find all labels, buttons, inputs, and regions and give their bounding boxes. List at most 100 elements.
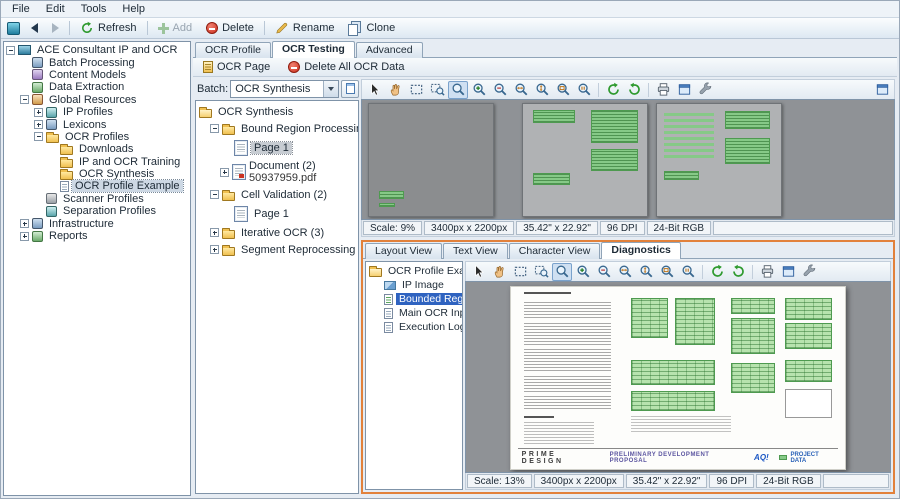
- batch-node-segment-reprocessing[interactable]: Segment Reprocessing (4): [196, 241, 358, 258]
- collapse-icon[interactable]: [6, 46, 15, 55]
- document-page-preview[interactable]: PRIME DESIGN PRELIMINARY DEVELOPMENT PRO…: [510, 286, 846, 470]
- refresh-view-icon[interactable]: [603, 81, 623, 99]
- print-icon[interactable]: [757, 263, 777, 281]
- batch-node-iterative-ocr[interactable]: Iterative OCR (3): [196, 224, 358, 241]
- tree-node-ocr-synthesis[interactable]: OCR Synthesis: [4, 168, 190, 180]
- diag-node-ip-image[interactable]: IP Image: [366, 278, 462, 292]
- expand-icon[interactable]: [220, 168, 229, 177]
- expand-icon[interactable]: [20, 219, 29, 228]
- chevron-down-icon[interactable]: [323, 81, 338, 97]
- zoom-in-icon[interactable]: [469, 81, 489, 99]
- zoom-actual-icon[interactable]: [574, 81, 594, 99]
- tree-node-data-extraction[interactable]: Data Extraction: [4, 81, 190, 93]
- refresh-view-icon[interactable]: [707, 263, 727, 281]
- expand-icon[interactable]: [20, 232, 29, 241]
- tree-node-reports[interactable]: Reports: [4, 230, 190, 242]
- cursor-icon[interactable]: [364, 81, 384, 99]
- tree-node-root[interactable]: ACE Consultant IP and OCR: [4, 44, 190, 56]
- delete-all-ocr-data-button[interactable]: Delete All OCR Data: [282, 59, 410, 75]
- dock-panel-icon[interactable]: [872, 81, 892, 99]
- tab-text-view[interactable]: Text View: [443, 243, 508, 259]
- settings-icon[interactable]: [799, 263, 819, 281]
- zoom-tool-icon[interactable]: [552, 263, 572, 281]
- tree-node-separation-profiles[interactable]: Separation Profiles: [4, 205, 190, 217]
- delete-button[interactable]: Delete: [200, 20, 260, 36]
- expand-icon[interactable]: [34, 120, 43, 129]
- collapse-icon[interactable]: [210, 124, 219, 133]
- export-icon[interactable]: [674, 81, 694, 99]
- batch-node-document[interactable]: Document (2)50937959.pdf: [196, 158, 358, 186]
- batch-node-root[interactable]: OCR Synthesis: [196, 103, 358, 120]
- menu-help[interactable]: Help: [115, 2, 152, 16]
- diag-node-root[interactable]: OCR Profile Example: [366, 264, 462, 278]
- batch-panel-toggle-button[interactable]: [341, 80, 359, 98]
- batch-node-cell-validation[interactable]: Cell Validation (2): [196, 186, 358, 203]
- tree-node-downloads[interactable]: Downloads: [4, 143, 190, 155]
- pan-hand-icon[interactable]: [385, 81, 405, 99]
- tree-node-ocr-profile-example[interactable]: OCR Profile Example: [4, 180, 190, 192]
- tab-advanced[interactable]: Advanced: [356, 42, 423, 58]
- zoom-tool-icon[interactable]: [448, 81, 468, 99]
- zoom-fit-height-icon[interactable]: [532, 81, 552, 99]
- tree-node-global-resources[interactable]: Global Resources: [4, 94, 190, 106]
- menu-tools[interactable]: Tools: [74, 2, 114, 16]
- menu-edit[interactable]: Edit: [39, 2, 72, 16]
- select-region-icon[interactable]: [406, 81, 426, 99]
- page-viewer-canvas[interactable]: [361, 99, 895, 220]
- select-region-icon[interactable]: [510, 263, 530, 281]
- zoom-out-icon[interactable]: [594, 263, 614, 281]
- tree-node-ip-and-ocr-training[interactable]: IP and OCR Training: [4, 156, 190, 168]
- collapse-icon[interactable]: [34, 132, 43, 141]
- diagnostics-canvas[interactable]: PRIME DESIGN PRELIMINARY DEVELOPMENT PRO…: [465, 281, 891, 473]
- diag-node-bounded-regions[interactable]: Bounded Regions: [366, 292, 462, 306]
- tab-character-view[interactable]: Character View: [509, 243, 601, 259]
- batch-node-page-1b[interactable]: Page 1: [196, 203, 358, 224]
- expand-icon[interactable]: [210, 245, 219, 254]
- zoom-region-icon[interactable]: [531, 263, 551, 281]
- batch-select[interactable]: OCR Synthesis: [230, 80, 339, 98]
- tree-node-lexicons[interactable]: Lexicons: [4, 118, 190, 130]
- refresh-button[interactable]: Refresh: [74, 19, 143, 37]
- tab-layout-view[interactable]: Layout View: [365, 243, 442, 259]
- zoom-actual-icon[interactable]: [678, 263, 698, 281]
- back-button[interactable]: [25, 21, 44, 35]
- rename-button[interactable]: Rename: [269, 19, 341, 37]
- diag-node-execution-log[interactable]: Execution Log: [366, 320, 462, 334]
- print-icon[interactable]: [653, 81, 673, 99]
- expand-icon[interactable]: [34, 108, 43, 117]
- rotate-view-icon[interactable]: [624, 81, 644, 99]
- tree-node-scanner-profiles[interactable]: Scanner Profiles: [4, 193, 190, 205]
- rotate-view-icon[interactable]: [728, 263, 748, 281]
- ocr-page-button[interactable]: OCR Page: [197, 59, 276, 75]
- zoom-region-icon[interactable]: [427, 81, 447, 99]
- page-thumbnail-3[interactable]: [656, 103, 782, 217]
- zoom-in-icon[interactable]: [573, 263, 593, 281]
- settings-icon[interactable]: [695, 81, 715, 99]
- diag-node-main-ocr-input[interactable]: Main OCR Input: [366, 306, 462, 320]
- zoom-fit-width-icon[interactable]: [511, 81, 531, 99]
- menu-file[interactable]: File: [5, 2, 37, 16]
- expand-icon[interactable]: [210, 228, 219, 237]
- forward-button[interactable]: [46, 21, 65, 35]
- batch-node-bound-region-processing[interactable]: Bound Region Processing (1): [196, 120, 358, 137]
- zoom-fit-height-icon[interactable]: [636, 263, 656, 281]
- add-button[interactable]: Add: [152, 20, 199, 36]
- tab-ocr-profile[interactable]: OCR Profile: [195, 42, 271, 58]
- zoom-fit-page-icon[interactable]: [657, 263, 677, 281]
- pan-hand-icon[interactable]: [489, 263, 509, 281]
- zoom-fit-width-icon[interactable]: [615, 263, 635, 281]
- zoom-out-icon[interactable]: [490, 81, 510, 99]
- tab-diagnostics[interactable]: Diagnostics: [601, 242, 681, 259]
- batch-node-page-1[interactable]: Page 1: [196, 137, 358, 158]
- zoom-fit-page-icon[interactable]: [553, 81, 573, 99]
- tab-ocr-testing[interactable]: OCR Testing: [272, 41, 355, 58]
- collapse-icon[interactable]: [210, 190, 219, 199]
- tree-node-infrastructure[interactable]: Infrastructure: [4, 217, 190, 229]
- tree-node-ocr-profiles[interactable]: OCR Profiles: [4, 131, 190, 143]
- page-thumbnail-2[interactable]: [522, 103, 648, 217]
- tree-node-batch-processing[interactable]: Batch Processing: [4, 56, 190, 68]
- cursor-icon[interactable]: [468, 263, 488, 281]
- export-icon[interactable]: [778, 263, 798, 281]
- page-thumbnail-1[interactable]: [368, 103, 494, 217]
- tree-node-content-models[interactable]: Content Models: [4, 69, 190, 81]
